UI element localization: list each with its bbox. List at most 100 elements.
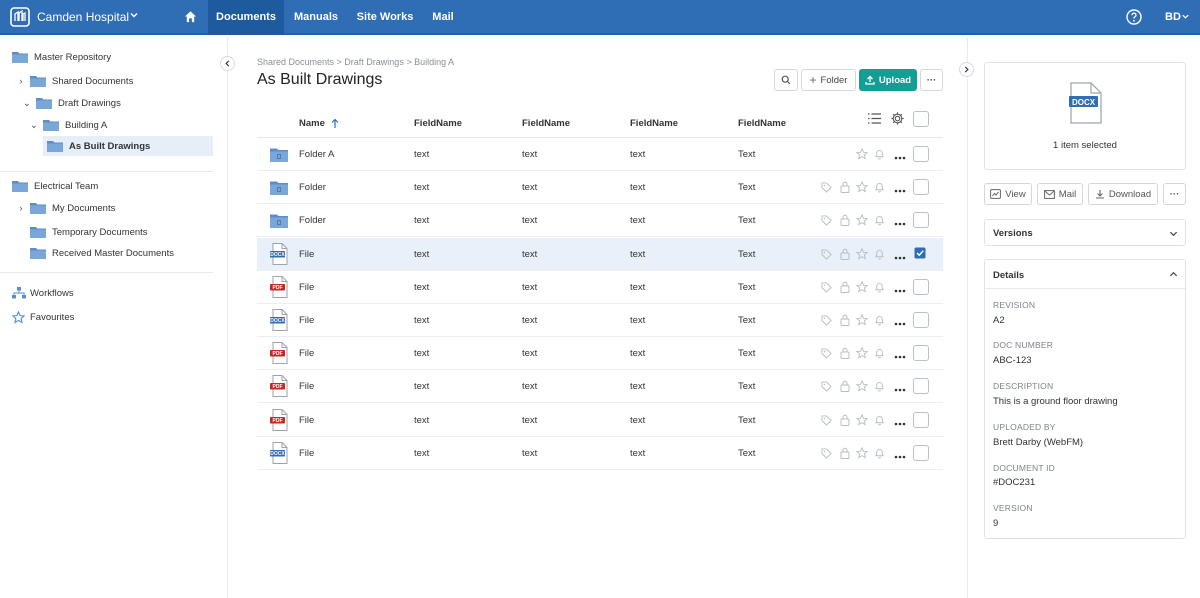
table-row[interactable]: DOCX File text text text Text [257,237,943,271]
tree-item-building-a[interactable]: ⌄ Building A [29,115,107,135]
lock-icon[interactable] [840,248,850,263]
bell-icon[interactable] [874,214,885,229]
row-name[interactable]: File [299,249,314,260]
star-icon[interactable] [855,180,869,196]
user-menu[interactable]: BD [1165,11,1181,23]
row-more-icon[interactable] [894,318,906,329]
tree-item-received-master-documents[interactable]: Received Master Documents [30,243,174,263]
row-name[interactable]: Folder [299,182,326,193]
tree-item-my-documents[interactable]: › My Documents [16,198,115,218]
bell-icon[interactable] [874,414,885,429]
column-header-field[interactable]: FieldName [738,118,786,129]
download-button[interactable]: Download [1088,183,1158,205]
row-more-icon[interactable] [894,185,906,196]
breadcrumb[interactable]: Shared Documents > Draft Drawings > Buil… [257,57,454,67]
collapse-right-panel-button[interactable] [959,62,974,77]
lock-icon[interactable] [840,380,850,395]
table-row[interactable]: PDF File text text text Text [257,370,943,404]
tag-icon[interactable] [821,448,832,462]
tag-icon[interactable] [821,182,832,196]
row-checkbox[interactable] [913,212,929,229]
star-icon[interactable] [855,280,869,296]
tab-mail[interactable]: Mail [426,0,460,35]
lock-icon[interactable] [840,214,850,229]
bell-icon[interactable] [874,347,885,362]
table-row[interactable]: Folder text text text Text [257,204,943,238]
view-button[interactable]: View [984,183,1032,205]
new-folder-button[interactable]: + Folder [801,69,856,91]
lock-icon[interactable] [840,447,850,462]
column-header-field[interactable]: FieldName [522,118,570,129]
row-checkbox[interactable] [913,278,929,295]
row-name[interactable]: File [299,415,314,426]
chevron-down-icon[interactable]: ⌄ [22,98,32,109]
row-checkbox[interactable] [913,312,929,328]
star-icon[interactable] [855,413,869,429]
star-icon[interactable] [855,147,869,163]
row-checkbox[interactable] [913,378,929,395]
home-icon[interactable] [184,10,197,23]
tree-item-draft-drawings[interactable]: ⌄ Draft Drawings [22,93,121,113]
row-name[interactable]: File [299,381,314,392]
sort-ascending-icon[interactable] [331,118,339,129]
app-switcher[interactable]: Camden Hospital [37,10,129,24]
table-row[interactable]: PDF File text text text Text [257,271,943,304]
table-row[interactable]: Folder text text text Text [257,171,943,205]
mail-button[interactable]: Mail [1037,183,1083,205]
search-button[interactable] [774,69,798,91]
lock-icon[interactable] [840,314,850,329]
bell-icon[interactable] [874,314,885,329]
row-more-icon[interactable] [894,451,906,462]
tree-item-shared-documents[interactable]: › Shared Documents [16,71,133,91]
table-row[interactable]: Folder A text text text Text [257,138,943,171]
tab-manuals[interactable]: Manuals [288,0,344,35]
column-header-name[interactable]: Name [299,118,325,129]
tag-icon[interactable] [821,215,832,229]
tree-item-electrical-team[interactable]: Electrical Team [12,176,98,196]
lock-icon[interactable] [840,414,850,429]
row-name[interactable]: File [299,448,314,459]
chevron-down-icon[interactable] [1169,230,1178,238]
row-name[interactable]: File [299,282,314,293]
star-icon[interactable] [855,313,869,329]
tag-icon[interactable] [821,315,832,329]
row-more-icon[interactable] [894,152,906,163]
chevron-right-icon[interactable]: › [16,203,26,214]
more-actions-button[interactable]: ··· [1163,183,1186,205]
star-icon[interactable] [855,214,869,229]
bell-icon[interactable] [874,248,885,263]
tag-icon[interactable] [821,249,832,263]
lock-icon[interactable] [840,347,850,362]
star-icon[interactable] [855,346,869,362]
list-view-icon[interactable] [867,112,882,125]
versions-accordion[interactable]: Versions [984,219,1186,246]
chevron-down-icon[interactable] [129,10,139,20]
select-all-checkbox[interactable] [913,111,929,127]
row-checkbox[interactable] [913,345,929,362]
tag-icon[interactable] [821,381,832,395]
chevron-up-icon[interactable] [1169,270,1178,278]
row-name[interactable]: File [299,315,314,326]
table-row[interactable]: PDF File text text text Text [257,404,943,437]
bell-icon[interactable] [874,380,885,395]
lock-icon[interactable] [840,281,850,296]
more-options-button[interactable]: ··· [920,69,943,91]
row-more-icon[interactable] [894,351,906,362]
row-checkbox[interactable] [913,444,929,461]
chevron-down-icon[interactable] [1181,12,1190,21]
row-more-icon[interactable] [894,384,906,395]
row-more-icon[interactable] [894,418,906,429]
nav-favourites[interactable]: Favourites [12,307,74,327]
row-more-icon[interactable] [894,252,906,263]
bell-icon[interactable] [874,148,885,163]
table-row[interactable]: DOCX File text text text Text [257,437,943,470]
row-more-icon[interactable] [894,218,906,229]
bell-icon[interactable] [874,447,885,462]
row-more-icon[interactable] [894,285,906,296]
row-name[interactable]: File [299,348,314,359]
row-checkbox[interactable] [913,179,929,196]
tree-item-as-built-drawings[interactable]: As Built Drawings [43,136,213,156]
tab-documents[interactable]: Documents [208,0,284,35]
lock-icon[interactable] [840,181,850,196]
star-icon[interactable] [855,446,869,462]
